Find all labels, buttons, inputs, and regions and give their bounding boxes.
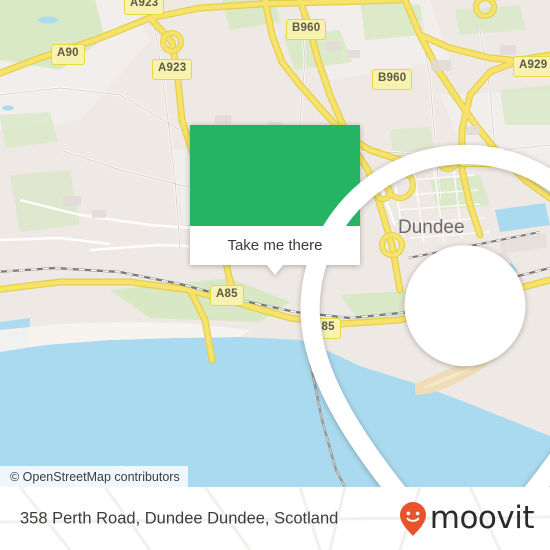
road-shield-a923-top[interactable]: A923: [124, 0, 165, 15]
road-shield-a90[interactable]: A90: [51, 44, 85, 65]
map-screenshot-page: A923 A90 A923 B960 B960 A929 A929 A85 A8…: [0, 0, 550, 550]
moovit-pin-smiley-icon: [399, 501, 426, 536]
road-shield-b960-north[interactable]: B960: [286, 19, 327, 40]
footer-bar: 358 Perth Road, Dundee Dundee, Scotland …: [0, 487, 550, 550]
road-shield-a929-north[interactable]: A929: [513, 56, 550, 77]
map-canvas[interactable]: A923 A90 A923 B960 B960 A929 A929 A85 A8…: [0, 0, 550, 487]
map-pin-icon: [190, 125, 550, 487]
osm-attribution[interactable]: © OpenStreetMap contributors: [0, 466, 188, 487]
road-shield-a923[interactable]: A923: [152, 59, 193, 80]
location-callout-card[interactable]: Take me there: [190, 125, 550, 487]
moovit-logo[interactable]: moovit: [399, 500, 535, 537]
take-me-there-label: Take me there: [227, 237, 323, 254]
address-label: 358 Perth Road, Dundee Dundee, Scotland: [20, 509, 339, 527]
take-me-there-button[interactable]: Take me there: [190, 226, 360, 265]
road-shield-b960[interactable]: B960: [372, 69, 413, 90]
callout-pointer-tail: [266, 264, 284, 275]
moovit-wordmark: moovit: [429, 500, 535, 536]
